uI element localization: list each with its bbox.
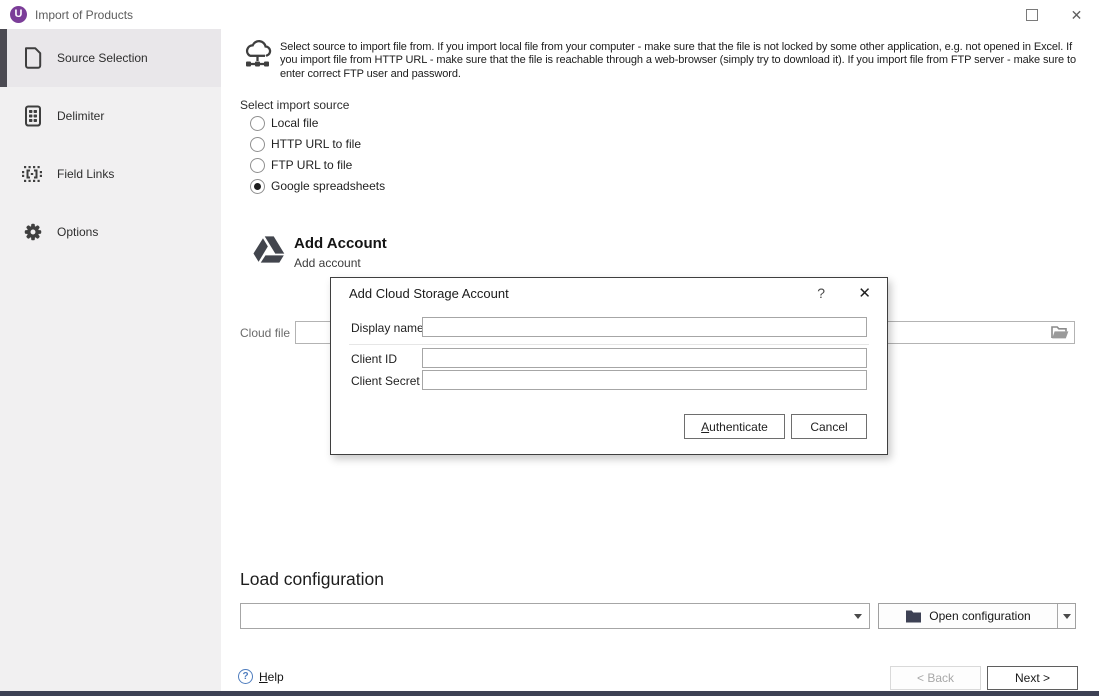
open-folder-icon: [1051, 325, 1069, 340]
app-logo-icon: U: [10, 6, 27, 23]
grid-document-icon: [21, 104, 45, 128]
back-button[interactable]: < Back: [890, 666, 981, 690]
load-configuration-heading: Load configuration: [240, 569, 384, 590]
close-button[interactable]: ✕: [1054, 0, 1099, 29]
cancel-label: Cancel: [810, 420, 847, 434]
field-links-icon: [21, 162, 45, 186]
client-secret-label: Client Secret: [351, 374, 420, 388]
radio-ftp-url[interactable]: FTP URL to file: [250, 157, 352, 173]
close-icon: ✕: [1071, 8, 1083, 22]
open-configuration-dropdown[interactable]: [1057, 604, 1075, 628]
add-account-button[interactable]: Add Account Add account: [252, 234, 387, 270]
client-id-input[interactable]: [422, 348, 867, 368]
configuration-combobox: [240, 603, 870, 629]
add-account-title: Add Account: [294, 235, 387, 252]
cloud-file-label: Cloud file: [240, 326, 290, 340]
chevron-down-icon[interactable]: [854, 614, 862, 619]
open-configuration-main[interactable]: Open configuration: [879, 604, 1057, 628]
radio-icon: [250, 179, 265, 194]
radio-label: Local file: [271, 116, 318, 130]
display-name-label: Display name: [351, 321, 424, 335]
google-drive-icon: [252, 234, 286, 270]
client-id-label: Client ID: [351, 352, 397, 366]
radio-google-spreadsheets[interactable]: Google spreadsheets: [250, 178, 385, 194]
radio-label: FTP URL to file: [271, 158, 352, 172]
radio-local-file[interactable]: Local file: [250, 115, 318, 131]
configuration-combo-input[interactable]: [241, 604, 869, 628]
authenticate-label: Authenticate: [701, 420, 768, 434]
sidebar-item-label: Field Links: [57, 167, 114, 181]
maximize-icon: [1026, 9, 1038, 21]
folder-icon: [905, 609, 922, 623]
source-info-text: Select source to import file from. If yo…: [280, 41, 1092, 81]
gear-icon: [21, 220, 45, 244]
import-of-products-window: { "window": { "title": "Import of Produc…: [0, 0, 1099, 696]
title-bar: U Import of Products ✕: [0, 0, 1099, 30]
open-configuration-label: Open configuration: [929, 609, 1030, 623]
radio-http-url[interactable]: HTTP URL to file: [250, 136, 361, 152]
chevron-down-icon: [1063, 614, 1071, 619]
dialog-help-button[interactable]: ?: [817, 285, 825, 301]
window-title: Import of Products: [35, 8, 133, 22]
add-cloud-storage-account-dialog: Add Cloud Storage Account ? ✕ Display na…: [330, 277, 888, 455]
add-account-text: Add Account Add account: [294, 234, 387, 270]
cloud-network-icon: [241, 40, 274, 72]
help-label: Help: [259, 670, 284, 684]
dialog-title: Add Cloud Storage Account: [349, 286, 509, 301]
display-name-input[interactable]: [422, 317, 867, 337]
sidebar-item-delimiter[interactable]: Delimiter: [0, 87, 221, 145]
dialog-close-button[interactable]: ✕: [858, 284, 871, 302]
client-id-row: Client ID: [349, 348, 869, 368]
add-account-subtitle: Add account: [294, 256, 387, 270]
sidebar-item-label: Source Selection: [57, 51, 148, 65]
window-bottom-edge: [0, 691, 1099, 696]
sidebar-item-label: Delimiter: [57, 109, 104, 123]
display-name-row: Display name: [349, 317, 869, 337]
client-secret-row: Client Secret: [349, 370, 869, 390]
sidebar-item-options[interactable]: Options: [0, 203, 221, 261]
help-button[interactable]: ? Help: [238, 669, 284, 684]
sidebar-item-source-selection[interactable]: Source Selection: [0, 29, 221, 87]
dialog-separator: [349, 344, 869, 345]
document-icon: [21, 46, 45, 70]
sidebar-item-label: Options: [57, 225, 98, 239]
sidebar-nav: Source Selection Delimiter: [0, 29, 221, 691]
maximize-button[interactable]: [1009, 0, 1054, 29]
radio-icon: [250, 158, 265, 173]
cancel-button[interactable]: Cancel: [791, 414, 867, 439]
sidebar-item-field-links[interactable]: Field Links: [0, 145, 221, 203]
radio-icon: [250, 137, 265, 152]
radio-label: Google spreadsheets: [271, 179, 385, 193]
browse-folder-button[interactable]: [1050, 324, 1070, 341]
authenticate-button[interactable]: Authenticate: [684, 414, 785, 439]
help-icon: ?: [238, 669, 253, 684]
open-configuration-button[interactable]: Open configuration: [878, 603, 1076, 629]
select-import-source-label: Select import source: [240, 98, 349, 112]
client-secret-input[interactable]: [422, 370, 867, 390]
window-controls: ✕: [1009, 0, 1099, 29]
next-button[interactable]: Next >: [987, 666, 1078, 690]
radio-icon: [250, 116, 265, 131]
radio-label: HTTP URL to file: [271, 137, 361, 151]
